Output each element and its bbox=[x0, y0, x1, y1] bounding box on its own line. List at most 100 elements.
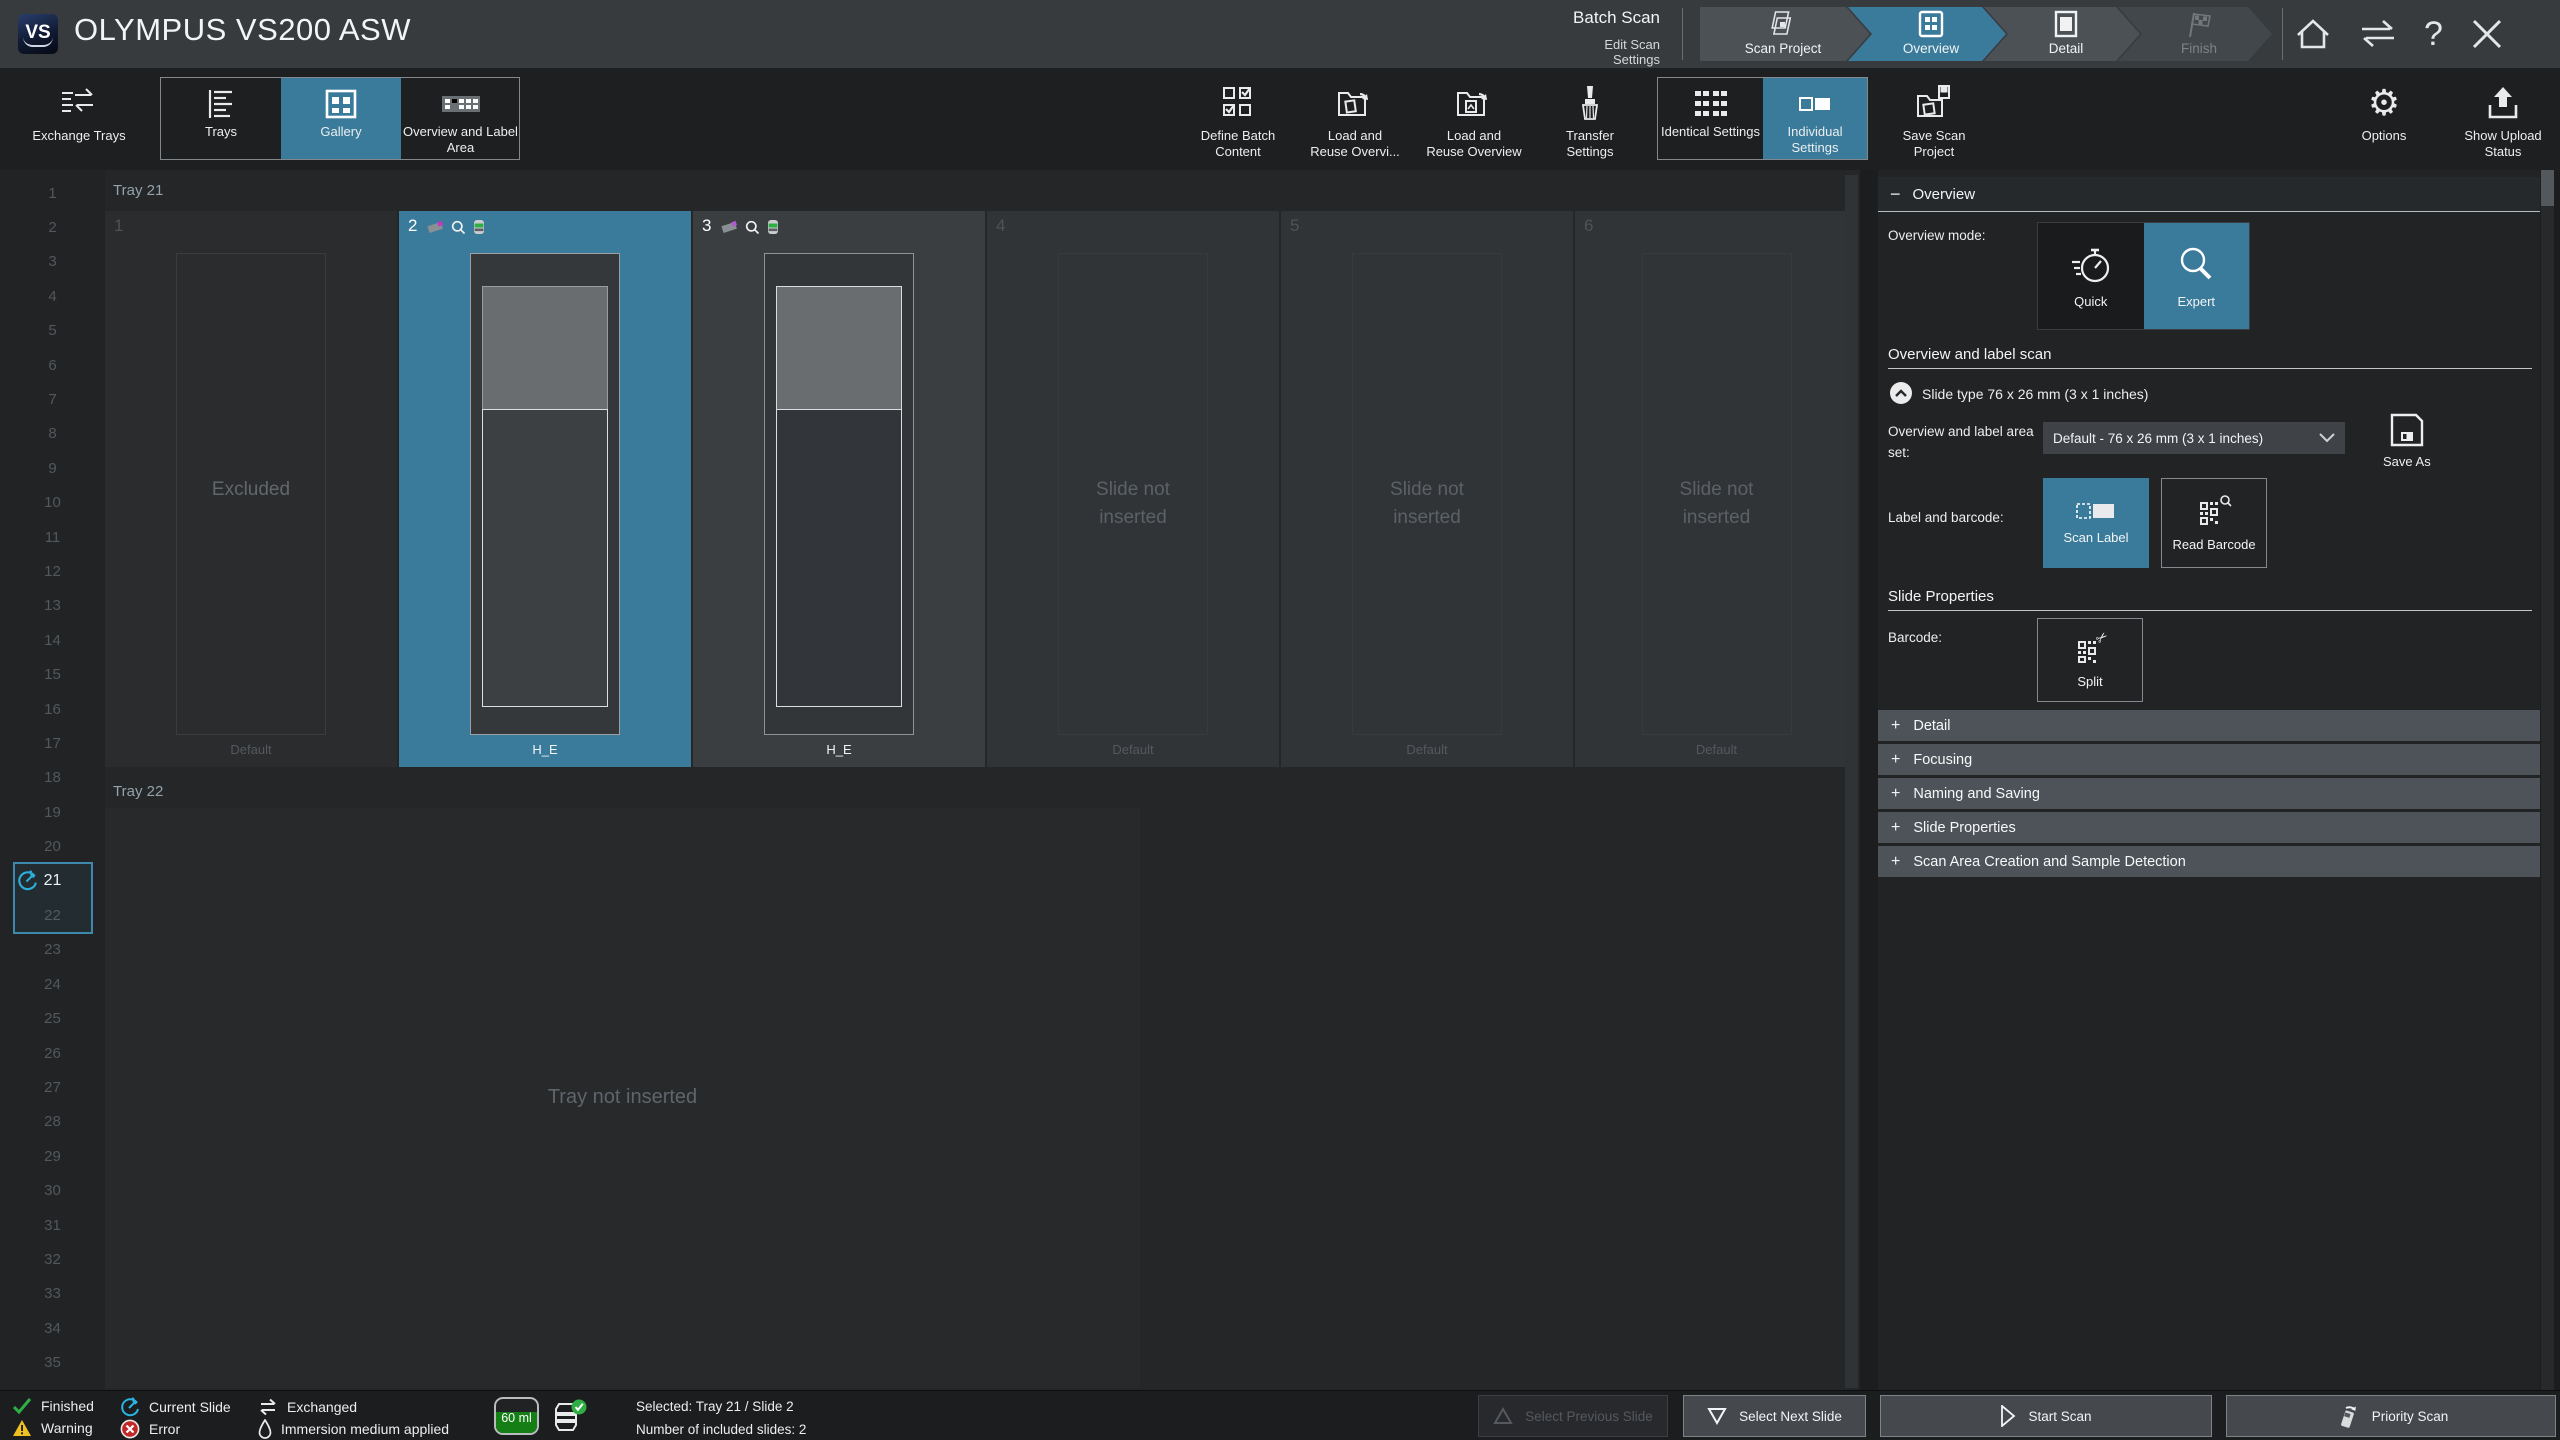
help-icon[interactable]: ? bbox=[2424, 17, 2443, 51]
tray-list-item-10[interactable]: 10 bbox=[0, 488, 105, 518]
split-barcode-button[interactable]: ✂ Split bbox=[2037, 618, 2143, 702]
save-as-button[interactable]: Save As bbox=[2383, 412, 2431, 469]
gallery-icon bbox=[325, 86, 357, 122]
tray-list-item-29[interactable]: 29 bbox=[0, 1141, 105, 1171]
priority-scan-button[interactable]: Priority Scan bbox=[2226, 1395, 2556, 1437]
tray-list-item-32[interactable]: 32 bbox=[0, 1244, 105, 1274]
tray-list-item-2[interactable]: 2 bbox=[0, 212, 105, 242]
tray-list-item-4[interactable]: 4 bbox=[0, 281, 105, 311]
tray-list-item-7[interactable]: 7 bbox=[0, 384, 105, 414]
tray-list-item-26[interactable]: 26 bbox=[0, 1038, 105, 1068]
exchange-icon[interactable] bbox=[2358, 17, 2398, 51]
immersion-bottle-icon bbox=[549, 1399, 589, 1435]
transfer-settings-button[interactable]: Transfer Settings bbox=[1540, 72, 1640, 164]
tray-list-item-1[interactable]: 1 bbox=[0, 178, 105, 208]
divider bbox=[1888, 610, 2532, 611]
section-naming-saving[interactable]: + Naming and Saving bbox=[1878, 778, 2540, 809]
expand-plus-icon: + bbox=[1891, 717, 1900, 735]
tray-list-item-18[interactable]: 18 bbox=[0, 763, 105, 793]
gallery-scrollbar[interactable] bbox=[1845, 175, 1858, 1388]
show-upload-status-button[interactable]: Show Upload Status bbox=[2448, 72, 2558, 164]
tray-list-item-31[interactable]: 31 bbox=[0, 1210, 105, 1240]
area-set-dropdown[interactable]: Default - 76 x 26 mm (3 x 1 inches) bbox=[2043, 422, 2345, 454]
slide-label-area[interactable] bbox=[482, 286, 608, 410]
tray-list-item-30[interactable]: 30 bbox=[0, 1176, 105, 1206]
tray-list-item-9[interactable]: 9 bbox=[0, 453, 105, 483]
tray-list-item-17[interactable]: 17 bbox=[0, 728, 105, 758]
tray-list-item-11[interactable]: 11 bbox=[0, 522, 105, 552]
load-reuse-overview-button[interactable]: Load and Reuse Overview bbox=[1418, 72, 1530, 164]
tray-list-item-25[interactable]: 25 bbox=[0, 1004, 105, 1034]
load-reuse-overview-sets-button[interactable]: Load and Reuse Overvi... bbox=[1301, 72, 1409, 164]
step-detail[interactable]: Detail bbox=[1984, 7, 2140, 61]
slide-glass[interactable] bbox=[470, 253, 620, 735]
slide-cell-4[interactable]: 4 Slide not inserted Default bbox=[987, 211, 1279, 767]
tray-list-item-28[interactable]: 28 bbox=[0, 1107, 105, 1137]
collapse-slide-type-button[interactable] bbox=[1890, 382, 1912, 404]
options-button[interactable]: ⚙ Options bbox=[2334, 72, 2434, 164]
tray-list-item-15[interactable]: 15 bbox=[0, 660, 105, 690]
tray-list-item-5[interactable]: 5 bbox=[0, 316, 105, 346]
overview-label-area-button[interactable]: Overview and Label Area bbox=[401, 78, 520, 159]
home-icon[interactable] bbox=[2294, 15, 2332, 53]
triangle-up-icon bbox=[1493, 1407, 1513, 1425]
close-icon[interactable] bbox=[2469, 16, 2505, 52]
gallery-area: Tray 21 1 Excluded Default 2 bbox=[105, 170, 1860, 1390]
scan-label-button[interactable]: Scan Label bbox=[2043, 478, 2149, 568]
scrollbar-thumb[interactable] bbox=[2541, 170, 2554, 206]
overview-label-area-icon bbox=[441, 86, 481, 122]
slide-cell-6[interactable]: 6 Slide not inserted Default bbox=[1575, 211, 1858, 767]
slide-glass[interactable] bbox=[764, 253, 914, 735]
tray-list-item-24[interactable]: 24 bbox=[0, 969, 105, 999]
exchange-trays-button[interactable]: Exchange Trays bbox=[4, 72, 154, 164]
tray-list-item-8[interactable]: 8 bbox=[0, 419, 105, 449]
tray-list-item-12[interactable]: 12 bbox=[0, 556, 105, 586]
quick-mode-button[interactable]: Quick bbox=[2038, 223, 2144, 329]
scan-project-icon bbox=[1768, 10, 1798, 38]
read-barcode-button[interactable]: Read Barcode bbox=[2161, 478, 2267, 568]
tray-list-item-16[interactable]: 16 bbox=[0, 694, 105, 724]
tray-list-item-3[interactable]: 3 bbox=[0, 247, 105, 277]
section-slide-properties[interactable]: + Slide Properties bbox=[1878, 812, 2540, 843]
tray-list-item-34[interactable]: 34 bbox=[0, 1313, 105, 1343]
slide-cell-1[interactable]: 1 Excluded Default bbox=[105, 211, 397, 767]
tray-list-item-13[interactable]: 13 bbox=[0, 591, 105, 621]
section-focusing[interactable]: + Focusing bbox=[1878, 744, 2540, 775]
tray-list-item-23[interactable]: 23 bbox=[0, 935, 105, 965]
tray-list-item-20[interactable]: 20 bbox=[0, 832, 105, 862]
slide-cell-2-selected[interactable]: 2 H_E bbox=[399, 211, 691, 767]
tray-list-item-33[interactable]: 33 bbox=[0, 1279, 105, 1309]
save-scan-project-icon bbox=[1915, 82, 1953, 124]
tray-list-item-35[interactable]: 35 bbox=[0, 1348, 105, 1378]
individual-settings-button[interactable]: Individual Settings bbox=[1763, 78, 1867, 159]
tray-list-item-6[interactable]: 6 bbox=[0, 350, 105, 380]
tray-list-item-19[interactable]: 19 bbox=[0, 797, 105, 827]
step-finish: Finish bbox=[2118, 7, 2272, 61]
slide-label-area[interactable] bbox=[776, 286, 902, 410]
start-scan-button[interactable]: Start Scan bbox=[1880, 1395, 2212, 1437]
gallery-view-button[interactable]: Gallery bbox=[281, 78, 401, 159]
label-indicator-icon bbox=[767, 219, 779, 235]
step-scan-project[interactable]: Scan Project bbox=[1700, 7, 1870, 61]
slide-thumb-icon bbox=[721, 220, 738, 235]
expert-mode-button[interactable]: Expert bbox=[2144, 223, 2250, 329]
select-next-slide-button[interactable]: Select Next Slide bbox=[1683, 1395, 1866, 1437]
visible-trays-box bbox=[13, 862, 93, 934]
settings-panel-scrollbar[interactable] bbox=[2541, 170, 2554, 1390]
slide-cell-5[interactable]: 5 Slide not inserted Default bbox=[1281, 211, 1573, 767]
save-as-icon bbox=[2389, 412, 2425, 448]
overview-section-header[interactable]: − Overview bbox=[1878, 177, 2540, 212]
trays-view-button[interactable]: Trays bbox=[161, 78, 281, 159]
slide-cell-3[interactable]: 3 H_E bbox=[693, 211, 985, 767]
slide-scan-area[interactable] bbox=[776, 409, 902, 707]
identical-settings-button[interactable]: Identical Settings bbox=[1658, 78, 1763, 159]
step-overview[interactable]: Overview bbox=[1848, 7, 2006, 61]
tray-list-item-27[interactable]: 27 bbox=[0, 1072, 105, 1102]
section-detail[interactable]: + Detail bbox=[1878, 710, 2540, 741]
define-batch-content-button[interactable]: Define Batch Content bbox=[1186, 72, 1290, 164]
tray-list-item-14[interactable]: 14 bbox=[0, 625, 105, 655]
slide-scan-area[interactable] bbox=[482, 409, 608, 707]
settings-group: Identical Settings Individual Settings bbox=[1657, 77, 1868, 160]
section-scan-area-creation[interactable]: + Scan Area Creation and Sample Detectio… bbox=[1878, 846, 2540, 877]
save-scan-project-button[interactable]: Save Scan Project bbox=[1882, 72, 1986, 164]
